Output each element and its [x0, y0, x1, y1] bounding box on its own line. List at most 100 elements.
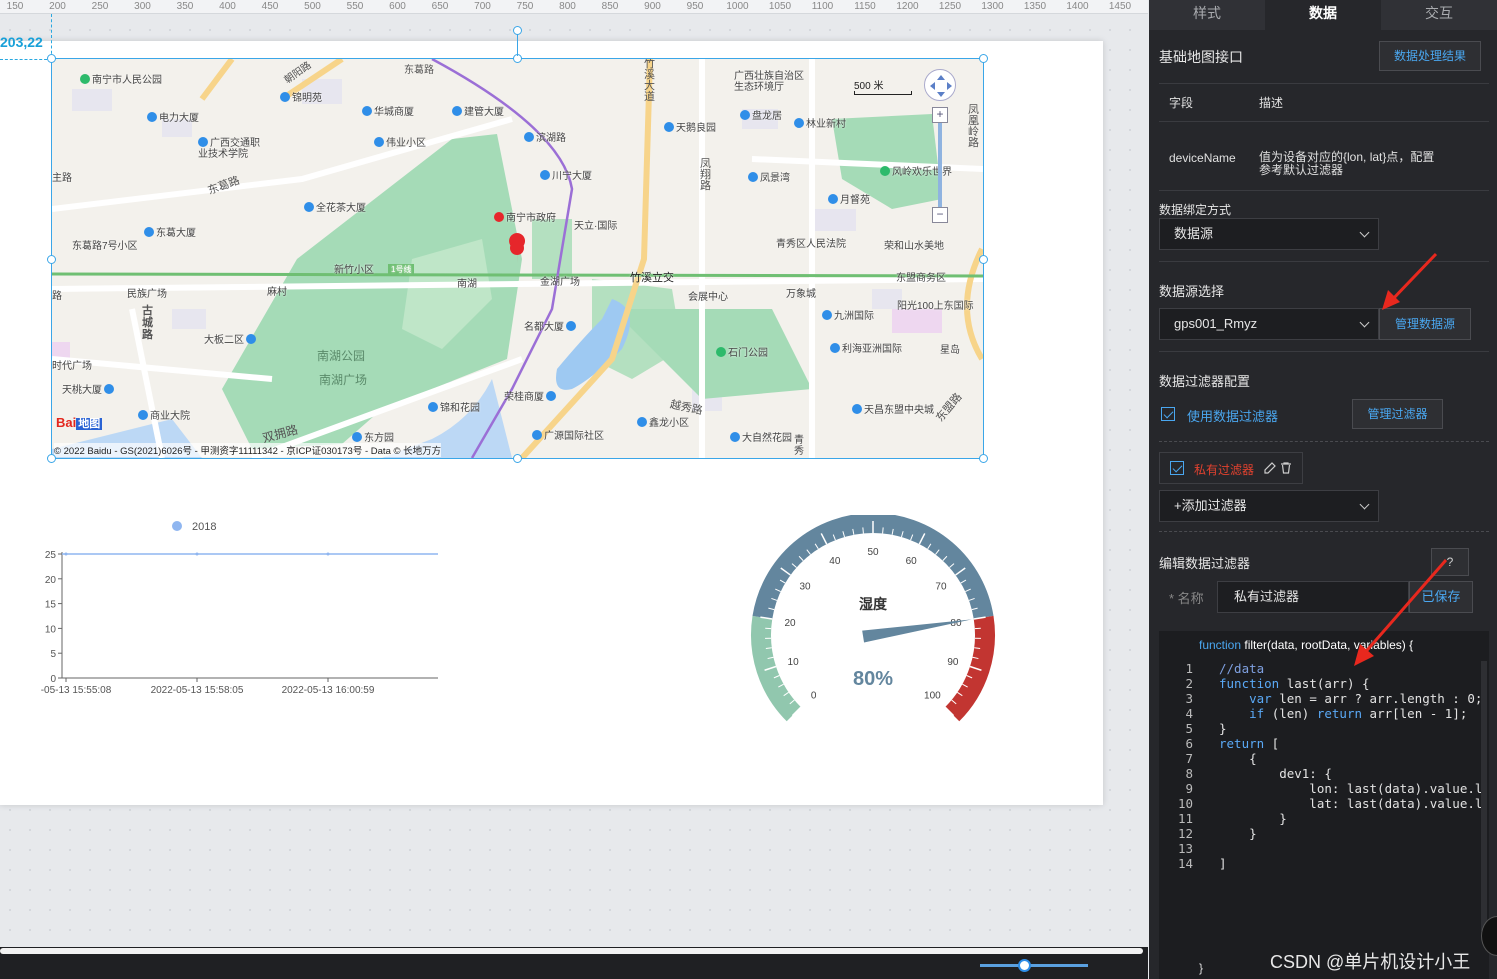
horizontal-scrollbar[interactable]	[0, 948, 1143, 954]
building-icon	[362, 106, 372, 116]
code-line[interactable]: 5}	[1159, 721, 1489, 736]
data-result-button[interactable]: 数据处理结果	[1379, 41, 1481, 71]
data-point[interactable]	[64, 552, 68, 556]
map-zoom-control[interactable]: + −	[932, 107, 948, 225]
resize-handle[interactable]	[513, 454, 522, 463]
building-icon	[852, 404, 862, 414]
code-token: return	[1316, 706, 1363, 721]
data-source-select[interactable]: gps001_Rmyz	[1159, 308, 1379, 340]
bind-mode-select[interactable]: 数据源	[1159, 218, 1379, 250]
gauge-title: 湿度	[859, 596, 888, 612]
divider	[1159, 261, 1489, 262]
private-filter-checkbox[interactable]	[1170, 461, 1184, 475]
code-token: function	[1219, 676, 1280, 691]
line-number: 7	[1185, 751, 1193, 766]
legend-label[interactable]: 2018	[192, 521, 216, 533]
building-icon	[664, 122, 674, 132]
map-scale-bar	[854, 91, 912, 95]
line-number: 8	[1185, 766, 1193, 781]
building-icon	[740, 110, 750, 120]
resize-handle[interactable]	[47, 454, 56, 463]
tab-interaction[interactable]: 交互	[1381, 0, 1497, 30]
add-filter-select[interactable]: +添加过滤器	[1159, 490, 1379, 522]
code-token: last(arr) {	[1279, 676, 1370, 691]
manage-filter-button[interactable]: 管理过滤器	[1352, 399, 1443, 429]
code-line[interactable]: 1 //data	[1159, 661, 1489, 676]
code-line[interactable]: 6 return [	[1159, 736, 1489, 751]
map-poi-label: 主路	[52, 173, 72, 184]
ruler-tick: 900	[644, 1, 661, 12]
gauge-pointer	[862, 619, 972, 643]
data-point[interactable]	[195, 552, 199, 556]
zoom-in-button[interactable]: +	[932, 107, 948, 123]
ruler-tick: 300	[134, 1, 151, 12]
code-signature: function filter(data, rootData, variable…	[1199, 638, 1414, 652]
code-line[interactable]: 12 }	[1159, 826, 1489, 841]
ruler-tick: 700	[474, 1, 491, 12]
data-point[interactable]	[326, 552, 330, 556]
ruler-tick: 1250	[938, 1, 962, 12]
y-tick-label: 0	[50, 674, 56, 685]
code-line[interactable]: 2 function last(arr) {	[1159, 676, 1489, 691]
code-line[interactable]: 7 {	[1159, 751, 1489, 766]
map-poi-label: 竹溪立交	[630, 272, 674, 284]
humidity-gauge[interactable]: 0102030405060708090100湿度80%	[745, 515, 1005, 735]
zoom-out-button[interactable]: −	[932, 207, 948, 223]
manage-source-button[interactable]: 管理数据源	[1379, 308, 1471, 340]
code-line[interactable]: 13	[1159, 841, 1489, 856]
ruler-tick: 1300	[981, 1, 1004, 12]
canvas-zoom-slider[interactable]	[980, 964, 1088, 967]
canvas-zoom-knob[interactable]	[1018, 959, 1031, 972]
editor-canvas[interactable]: 150 200 250 300 350 400 450 500 550 600 650 700 750 8…	[0, 0, 1148, 979]
code-line[interactable]: 3 var len = arr ? arr.length : 0;	[1159, 691, 1489, 706]
private-filter-tag[interactable]: 私有过滤器	[1159, 452, 1303, 484]
zoom-track[interactable]	[938, 123, 942, 207]
code-scrollbar[interactable]	[1481, 661, 1487, 931]
building-icon	[540, 170, 550, 180]
desc-column-header: 描述	[1259, 96, 1284, 110]
line-number: 10	[1177, 796, 1193, 811]
code-line[interactable]: 8 dev1: {	[1159, 766, 1489, 781]
baidu-map-component[interactable]: 南宁市人民公园 锦明苑 电力大厦 华城商厦 伟业小区 建管大厦 滨湖路 广西交通…	[52, 59, 983, 458]
filter-name-input[interactable]: 私有过滤器	[1217, 581, 1409, 613]
map-poi-label: 九洲国际	[822, 307, 874, 322]
code-line[interactable]: 9 lon: last(data).value.l	[1159, 781, 1489, 796]
use-filter-checkbox[interactable]	[1161, 407, 1175, 421]
code-line[interactable]: 11 }	[1159, 811, 1489, 826]
resize-handle[interactable]	[979, 54, 988, 63]
code-editor[interactable]: function filter(data, rootData, variable…	[1159, 631, 1489, 979]
saved-button[interactable]: 已保存	[1409, 581, 1473, 613]
gauge-tick-label: 30	[799, 582, 811, 593]
map-poi-label: 麻村	[267, 287, 287, 298]
map-pan-control[interactable]	[924, 69, 956, 101]
ruler-tick: 1400	[1066, 1, 1089, 12]
legend-marker[interactable]	[172, 521, 182, 531]
map-poi-label: 时代广场	[52, 361, 92, 372]
ruler-tick: 400	[219, 1, 236, 12]
trash-icon[interactable]	[1280, 462, 1292, 474]
resize-handle[interactable]	[47, 54, 56, 63]
code-line[interactable]: 14]	[1159, 856, 1489, 871]
selection-coordinates: 203,22	[0, 34, 43, 50]
line-number: 12	[1177, 826, 1193, 841]
guide-line-vertical	[51, 14, 52, 59]
resize-handle[interactable]	[979, 454, 988, 463]
resize-handle[interactable]	[979, 255, 988, 264]
tab-style[interactable]: 样式	[1149, 0, 1265, 30]
gauge-tick-label: 50	[867, 547, 879, 558]
code-line[interactable]: 10 lat: last(data).value.l	[1159, 796, 1489, 811]
map-poi-label: 广源国际社区	[532, 427, 604, 442]
tab-data[interactable]: 数据	[1265, 0, 1381, 30]
edit-icon[interactable]	[1264, 462, 1276, 474]
help-button[interactable]: ?	[1431, 548, 1469, 576]
resize-handle[interactable]	[47, 255, 56, 264]
chevron-down-icon	[1359, 317, 1370, 328]
map-poi-label: 石门公园	[716, 344, 768, 359]
code-line[interactable]: 4 if (len) return arr[len - 1];	[1159, 706, 1489, 721]
line-chart[interactable]: 2018 0 5 10 15 20 25 -05-13 15:55:08 2022-05-13 …	[30, 515, 450, 705]
map-road-label: 竹溪大道	[644, 59, 655, 103]
map-poi-label: 广西壮族自治区生态环境厅	[734, 71, 804, 93]
use-filter-label[interactable]: 使用数据过滤器	[1187, 406, 1278, 425]
map-poi-label: 路	[52, 291, 62, 302]
